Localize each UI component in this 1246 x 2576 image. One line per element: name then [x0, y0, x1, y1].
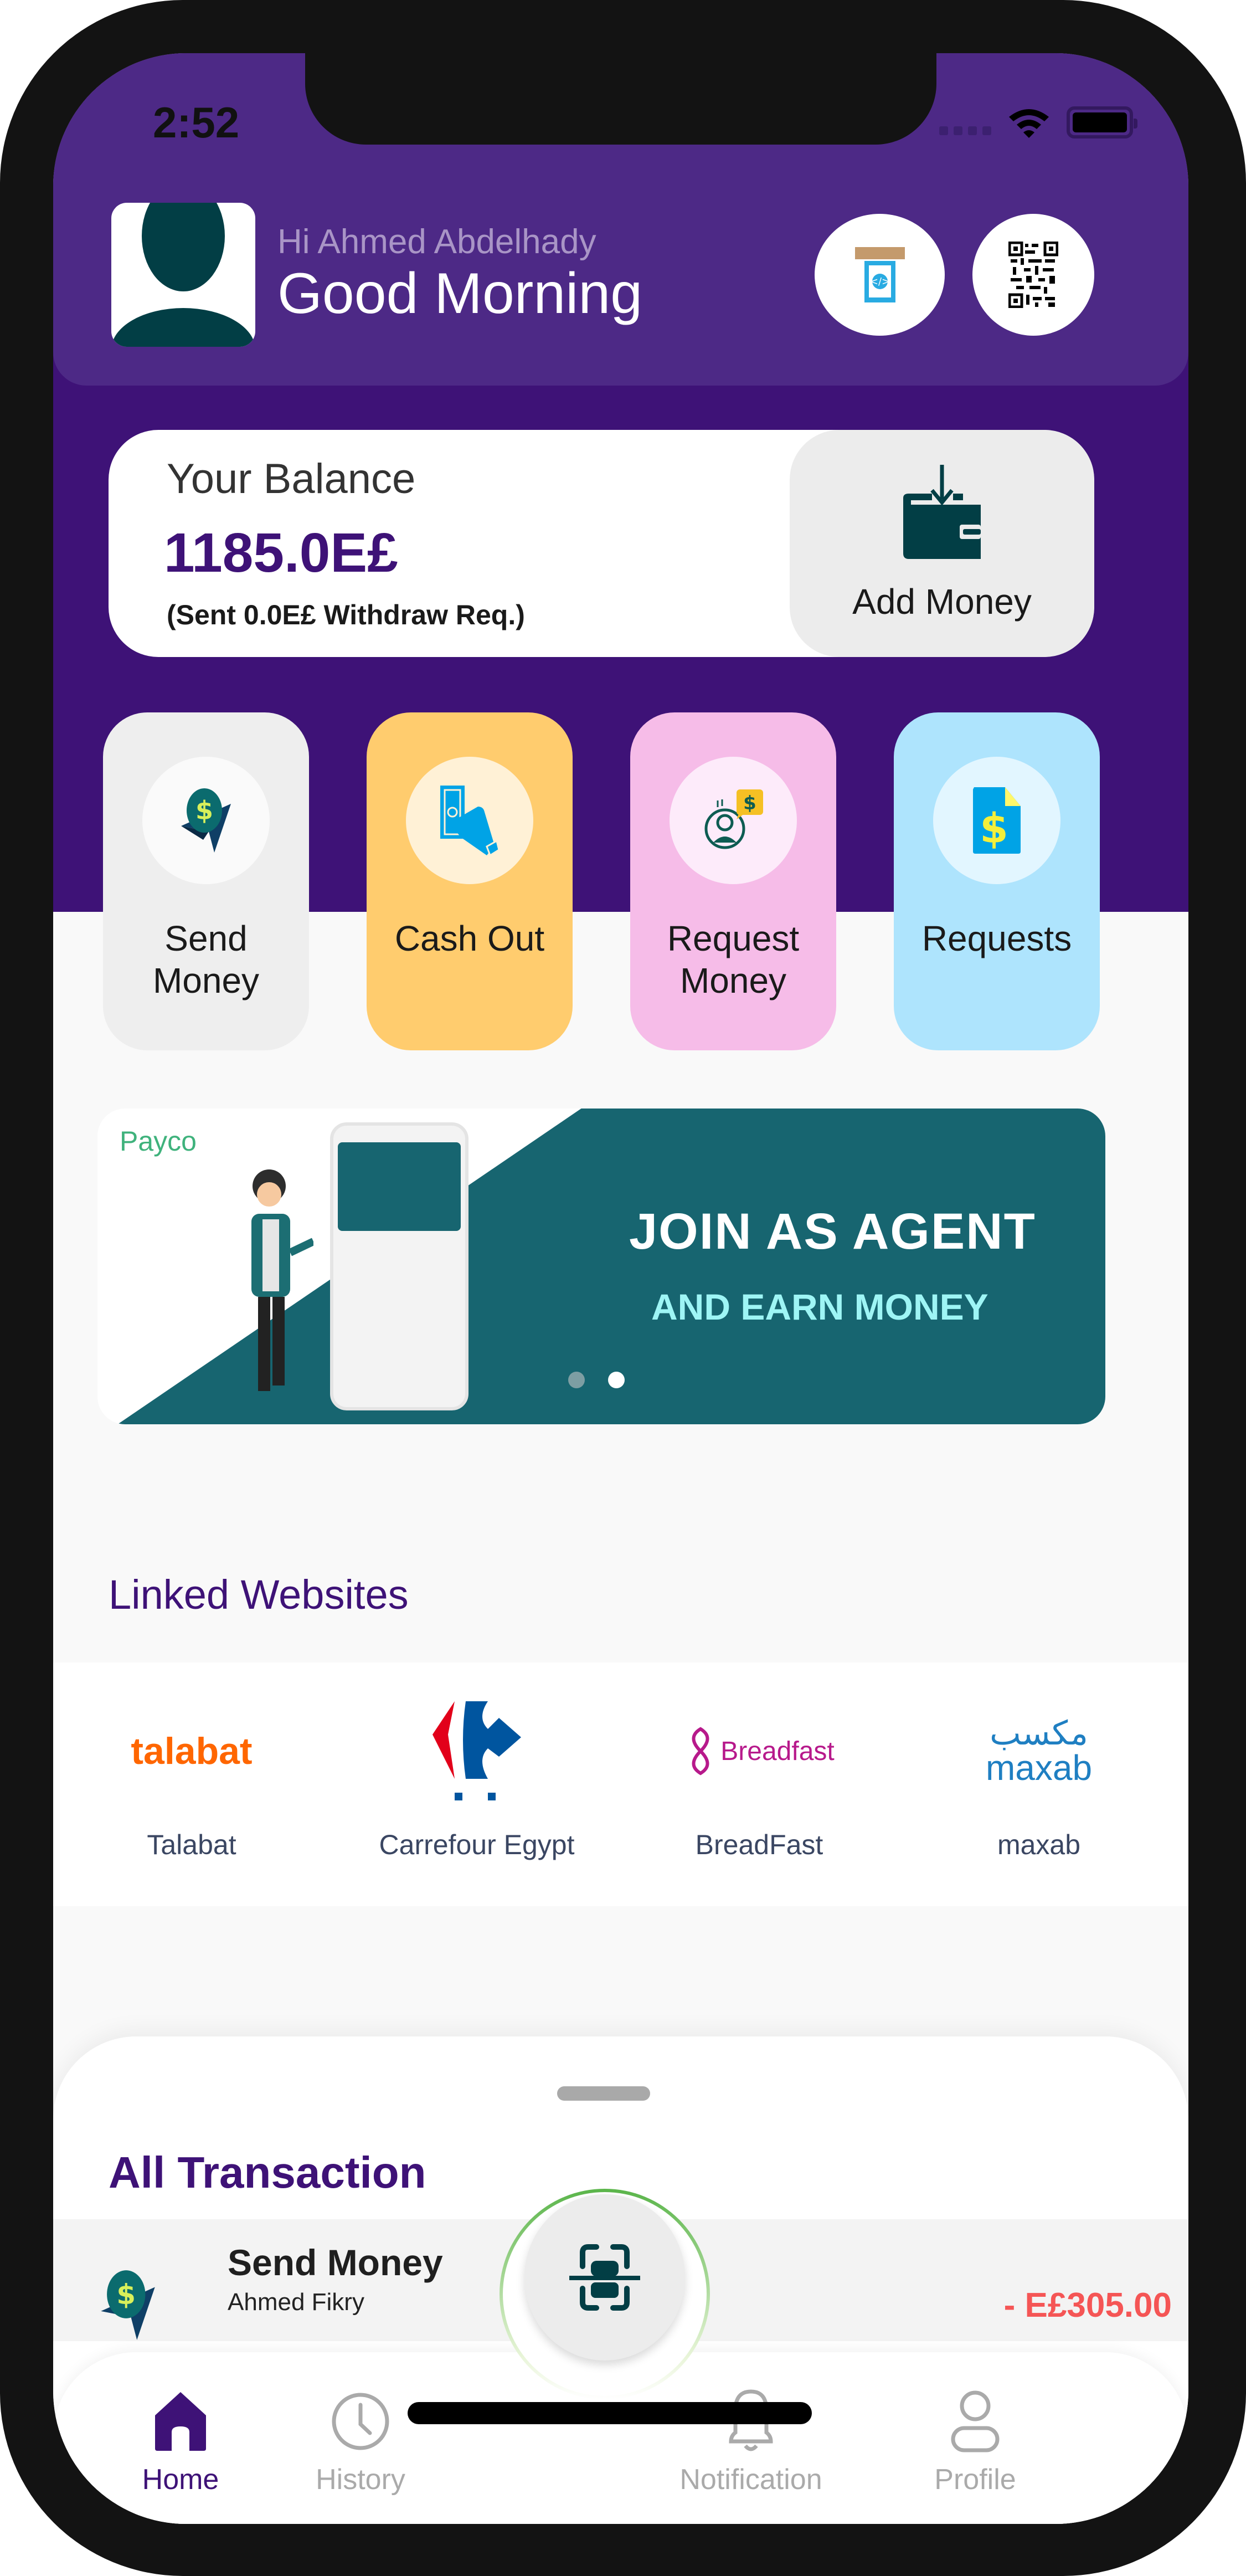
all-transactions-title: All Transaction [109, 2148, 426, 2197]
nav-history[interactable]: History [277, 2352, 444, 2524]
wifi-icon [1009, 109, 1049, 138]
nav-profile[interactable]: Profile [892, 2352, 1058, 2524]
wallet-add-icon [903, 465, 981, 559]
request-money-icon-wrap: $ [670, 757, 797, 884]
transaction-counterparty: Ahmed Fikry [228, 2288, 364, 2316]
linked-websites-title: Linked Websites [109, 1572, 409, 1618]
carousel-indicator [568, 1372, 625, 1388]
battery-icon [1067, 106, 1137, 138]
linked-site-maxab[interactable]: مكسب maxab maxab [906, 1662, 1172, 1906]
qr-code-button[interactable] [972, 214, 1094, 336]
cellular-signal-icon [939, 110, 991, 135]
profile-icon [951, 2390, 1000, 2452]
promo-banner[interactable]: Payco JOIN AS AGENT AND EARN MONEY [97, 1109, 1105, 1424]
site-name: maxab [997, 1829, 1081, 1860]
app-screen: 2:52 Hi Ahmed Abdelhady Good Morning </> [53, 53, 1188, 2524]
send-money-icon: $ [181, 788, 231, 853]
requests-document-icon: $ [973, 787, 1021, 854]
phone-frame: 2:52 Hi Ahmed Abdelhady Good Morning </> [0, 0, 1246, 2576]
qr-code-icon [1008, 242, 1058, 308]
site-name: Carrefour Egypt [379, 1829, 575, 1860]
send-money-button[interactable]: $ Send Money [103, 712, 309, 1050]
transaction-amount: - E£305.00 [1003, 2286, 1172, 2324]
nav-profile-label: Profile [934, 2464, 1016, 2496]
add-money-label: Add Money [852, 582, 1032, 622]
scan-qr-button[interactable] [524, 2194, 685, 2361]
clock-icon [332, 2393, 389, 2450]
home-indicator [408, 2402, 812, 2424]
greeting-title: Good Morning [277, 261, 643, 326]
banner-brand-logo: Payco [120, 1126, 197, 1157]
requests-icon-wrap: $ [933, 757, 1060, 884]
nav-history-label: History [316, 2464, 405, 2496]
site-name: BreadFast [695, 1829, 823, 1860]
send-money-icon-wrap: $ [142, 757, 270, 884]
linked-websites-list: talabat Talabat Carrefour Egypt Breadfas… [53, 1662, 1188, 1906]
banner-headline: JOIN AS AGENT [629, 1203, 1036, 1260]
linked-site-carrefour[interactable]: Carrefour Egypt [344, 1662, 610, 1906]
cash-out-label: Cash Out [394, 918, 545, 958]
add-money-button[interactable]: Add Money [790, 430, 1094, 657]
cash-out-icon [440, 786, 500, 856]
sheet-drag-handle[interactable] [557, 2086, 650, 2101]
balance-label: Your Balance [167, 455, 416, 502]
site-name: Talabat [147, 1829, 236, 1860]
banner-phone-mockup [330, 1122, 468, 1410]
maxab-logo: مكسب maxab [985, 1715, 1093, 1788]
talabat-logo: talabat [131, 1730, 253, 1772]
agent-illustration [251, 1169, 313, 1391]
status-time: 2:52 [153, 98, 240, 147]
send-money-label: Send Money [152, 918, 260, 1000]
linked-site-breadfast[interactable]: Breadfast BreadFast [626, 1662, 892, 1906]
nav-home[interactable]: Home [97, 2352, 264, 2524]
request-money-label: Request Money [667, 918, 800, 1000]
carrefour-logo-icon [433, 1701, 521, 1800]
banner-subheadline: AND EARN MONEY [651, 1286, 988, 1327]
balance-card: Your Balance 1185.0E£ (Sent 0.0E£ Withdr… [109, 430, 1094, 657]
cash-out-button[interactable]: Cash Out [367, 712, 573, 1050]
avatar[interactable] [111, 203, 255, 347]
breadfast-logo: Breadfast [684, 1696, 835, 1807]
status-icons [939, 106, 1137, 139]
carousel-dot-1[interactable] [568, 1372, 585, 1388]
carrefour-logo [416, 1696, 538, 1807]
breadfast-logo-icon [692, 1727, 709, 1776]
requests-button[interactable]: $ Requests [894, 712, 1100, 1050]
atm-button[interactable]: </> [815, 214, 945, 336]
withdraw-request-note: (Sent 0.0E£ Withdraw Req.) [167, 599, 525, 630]
cash-out-icon-wrap [406, 757, 533, 884]
svg-text:$: $ [116, 2279, 136, 2311]
svg-text:$: $ [743, 792, 756, 814]
scan-qr-icon [569, 2244, 640, 2311]
request-money-button[interactable]: $ Request Money [630, 712, 836, 1050]
send-money-icon: $ [101, 2270, 155, 2340]
nav-home-label: Home [142, 2464, 219, 2496]
device-notch [305, 53, 936, 145]
nav-notification[interactable]: Notification [668, 2352, 834, 2524]
svg-text:$: $ [980, 805, 1008, 853]
atm-cash-icon: </> [854, 247, 905, 302]
home-icon [155, 2392, 206, 2451]
nav-notification-label: Notification [679, 2464, 822, 2496]
request-money-icon: $ [704, 789, 763, 849]
carousel-dot-2-active[interactable] [608, 1372, 625, 1388]
greeting-name: Hi Ahmed Abdelhady [277, 223, 596, 261]
quick-actions: $ Send Money Cash Out $ Request Money $ … [103, 712, 1144, 1050]
requests-label: Requests [921, 918, 1072, 958]
svg-text:$: $ [195, 796, 213, 825]
transaction-type: Send Money [228, 2242, 443, 2283]
linked-site-talabat[interactable]: talabat Talabat [59, 1662, 325, 1906]
svg-text:</>: </> [869, 276, 889, 288]
balance-value: 1185.0E£ [164, 522, 398, 584]
